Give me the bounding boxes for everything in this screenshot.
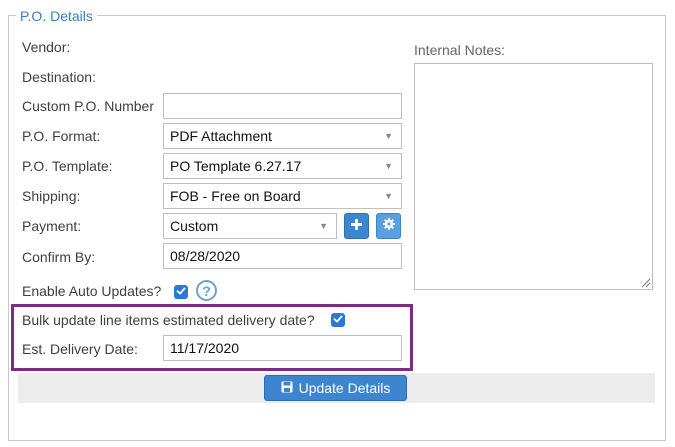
payment-select[interactable]: Custom ▼	[163, 213, 337, 239]
po-template-select[interactable]: PO Template 6.27.17 ▼	[163, 153, 402, 179]
bulk-update-label: Bulk update line items estimated deliver…	[22, 312, 315, 328]
internal-notes-textarea[interactable]	[414, 63, 653, 290]
shipping-value: FOB - Free on Board	[170, 188, 301, 204]
po-template-label: P.O. Template:	[22, 158, 113, 174]
update-details-button[interactable]: Update Details	[264, 375, 407, 401]
help-glyph: ?	[202, 282, 211, 299]
po-template-value: PO Template 6.27.17	[170, 158, 302, 174]
internal-notes-label: Internal Notes:	[414, 42, 506, 58]
po-details-legend: P.O. Details	[16, 8, 97, 24]
payment-value: Custom	[170, 218, 219, 234]
confirm-by-input[interactable]	[163, 243, 402, 269]
auto-updates-checkbox[interactable]	[174, 285, 188, 299]
payment-label: Payment:	[22, 218, 82, 234]
shipping-label: Shipping:	[22, 188, 81, 204]
bulk-update-checkbox[interactable]	[331, 313, 345, 327]
auto-updates-label: Enable Auto Updates?	[22, 283, 162, 299]
add-payment-button[interactable]	[344, 213, 369, 239]
vendor-label: Vendor:	[22, 39, 71, 55]
po-format-label: P.O. Format:	[22, 128, 101, 144]
est-delivery-label: Est. Delivery Date:	[22, 341, 138, 357]
plus-icon	[351, 217, 362, 235]
custom-po-input[interactable]	[163, 93, 402, 119]
custom-po-label: Custom P.O. Number	[22, 98, 155, 114]
po-format-select[interactable]: PDF Attachment ▼	[163, 123, 402, 149]
resize-grip-icon[interactable]	[639, 276, 651, 288]
shipping-select[interactable]: FOB - Free on Board ▼	[163, 183, 402, 209]
question-icon[interactable]: ?	[196, 280, 217, 301]
gear-icon	[382, 217, 395, 235]
caret-down-icon: ▼	[384, 161, 393, 171]
po-format-value: PDF Attachment	[170, 128, 272, 144]
caret-down-icon: ▼	[319, 221, 328, 231]
est-delivery-input[interactable]	[163, 335, 402, 361]
payment-settings-button[interactable]	[376, 213, 401, 239]
caret-down-icon: ▼	[384, 191, 393, 201]
caret-down-icon: ▼	[384, 131, 393, 141]
checkmark-icon	[176, 283, 186, 301]
floppy-disk-icon	[281, 380, 293, 396]
update-details-label: Update Details	[298, 380, 391, 396]
destination-label: Destination:	[22, 69, 96, 85]
checkmark-icon	[333, 311, 343, 329]
confirm-by-label: Confirm By:	[22, 249, 96, 265]
